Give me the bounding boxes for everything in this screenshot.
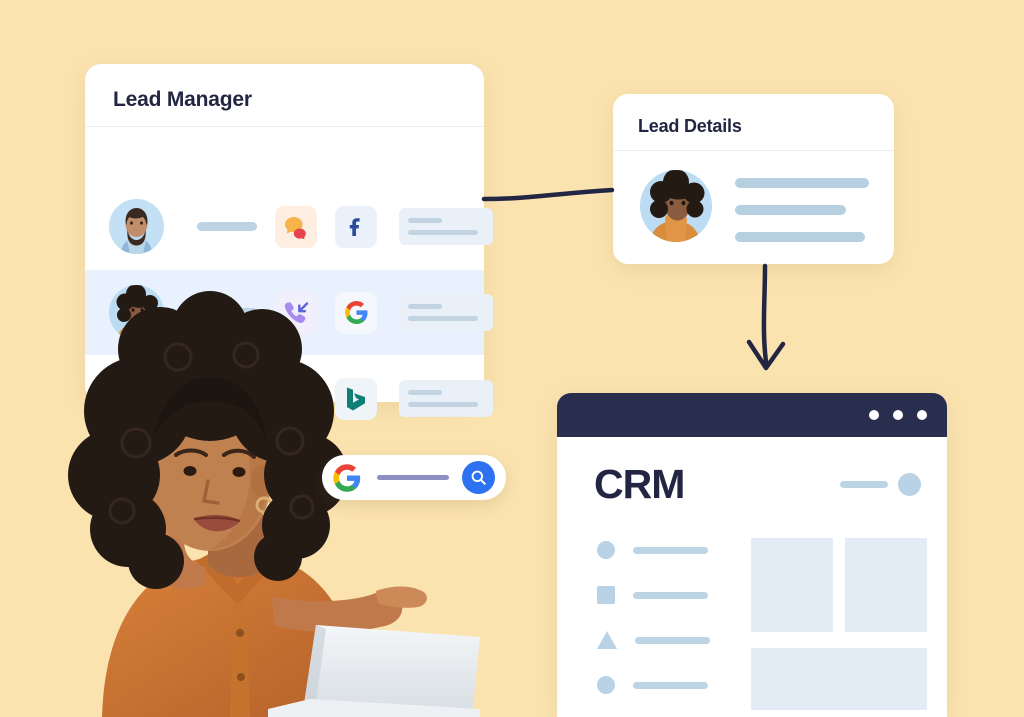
window-dot-icon[interactable] xyxy=(917,410,927,420)
content-block xyxy=(751,648,927,710)
search-input[interactable] xyxy=(377,475,449,480)
detail-line xyxy=(735,232,865,242)
lead-detail-panel xyxy=(399,208,493,245)
detail-line xyxy=(408,230,478,235)
connector-lead-details-to-crm xyxy=(761,263,769,365)
toggle-track xyxy=(840,481,888,488)
detail-line xyxy=(735,178,869,188)
crm-title: CRM xyxy=(594,461,685,507)
window-dot-icon[interactable] xyxy=(869,410,879,420)
list-item-label xyxy=(635,636,710,644)
lead-details-card: Lead Details xyxy=(613,94,894,264)
photo-woman-on-phone xyxy=(68,291,480,717)
connector-lead-manager-to-lead-details xyxy=(481,187,615,202)
detail-line xyxy=(735,205,846,215)
lead-manager-title: Lead Manager xyxy=(113,88,252,111)
chat-bubbles-icon[interactable] xyxy=(275,205,317,248)
lead-details-title: Lead Details xyxy=(638,116,742,136)
avatar xyxy=(109,199,164,254)
content-block xyxy=(751,538,833,632)
lead-row[interactable] xyxy=(85,184,493,269)
square-shape-icon xyxy=(597,586,615,604)
facebook-icon[interactable] xyxy=(335,205,377,248)
crm-toggle[interactable] xyxy=(840,473,921,496)
search-icon[interactable] xyxy=(462,461,495,494)
lead-details-divider xyxy=(613,150,894,151)
crm-titlebar xyxy=(557,393,947,437)
illustration-canvas: Lead Manager Lead Details CRM xyxy=(0,0,1024,717)
list-item[interactable] xyxy=(597,631,710,649)
list-item-label xyxy=(633,591,708,599)
list-item-label xyxy=(633,681,708,689)
lead-name-placeholder xyxy=(197,222,257,231)
circle-shape-icon xyxy=(597,541,615,559)
arrowhead-down-icon xyxy=(746,339,786,371)
lead-manager-divider xyxy=(85,126,484,127)
avatar xyxy=(640,170,712,242)
crm-list xyxy=(597,541,710,694)
list-item-label xyxy=(633,546,708,554)
list-item[interactable] xyxy=(597,676,710,694)
window-dot-icon[interactable] xyxy=(893,410,903,420)
google-search-pill[interactable] xyxy=(322,455,506,500)
content-block xyxy=(845,538,927,632)
list-item[interactable] xyxy=(597,541,710,559)
lead-details-lines xyxy=(735,178,869,242)
toggle-knob[interactable] xyxy=(898,473,921,496)
crm-window: CRM xyxy=(557,393,947,717)
list-item[interactable] xyxy=(597,586,710,604)
circle-shape-icon xyxy=(597,676,615,694)
google-icon xyxy=(328,459,366,497)
triangle-shape-icon xyxy=(597,631,617,649)
detail-line xyxy=(408,218,442,223)
